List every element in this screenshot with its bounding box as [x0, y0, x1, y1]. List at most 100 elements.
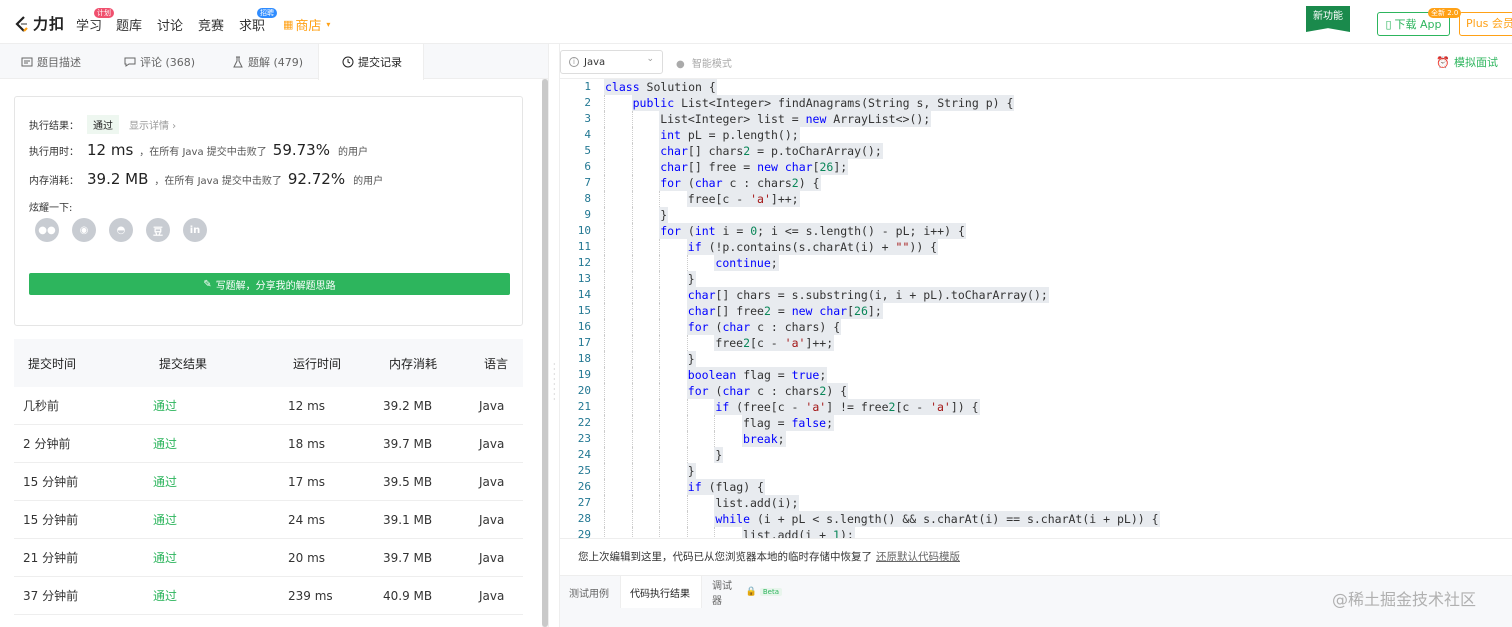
code-line[interactable]: 28 while (i + pL < s.length() && s.charAt…	[560, 511, 1512, 527]
code-line[interactable]: 17 free2[c - 'a']++;	[560, 335, 1512, 351]
code-line[interactable]: 26 if (flag) {	[560, 479, 1512, 495]
code-line[interactable]: 4 int pL = p.length();	[560, 127, 1512, 143]
code-text: list.add(i + 1);	[742, 527, 855, 538]
new-feature-ribbon[interactable]: 新功能	[1306, 6, 1350, 32]
cell-result[interactable]: 通过	[153, 501, 177, 538]
table-row[interactable]: 几秒前 通过 12 ms 39.2 MB Java	[14, 387, 523, 425]
code-text: boolean flag = true;	[686, 367, 828, 383]
code-line[interactable]: 24}	[560, 447, 1512, 463]
code-line[interactable]: 10 for (int i = 0; i <= s.length() - pL; …	[560, 223, 1512, 239]
line-number: 4	[584, 128, 591, 141]
cell-runtime: 24 ms	[288, 512, 326, 527]
share-label: 炫耀一下:	[29, 203, 73, 214]
code-editor[interactable]: 1 class Solution {2 public List<Integer> f…	[560, 79, 1512, 538]
show-detail-link[interactable]: 显示详情 ›	[129, 117, 176, 132]
table-row[interactable]: 2 分钟前 通过 18 ms 39.7 MB Java	[14, 425, 523, 463]
code-line[interactable]: 15 char[] free2 = new char[26];	[560, 303, 1512, 319]
table-row[interactable]: 21 分钟前 通过 20 ms 39.7 MB Java	[14, 539, 523, 577]
code-line[interactable]: 11 if (!p.contains(s.charAt(i) + "")) {	[560, 239, 1512, 255]
tab-debugger[interactable]: 调试器 🔒 Beta	[702, 576, 782, 608]
mock-interview-button[interactable]: ⏰ 模拟面试	[1436, 54, 1498, 70]
shop-icon: ▦	[283, 18, 294, 31]
indent-guide	[604, 399, 605, 415]
nav-item-1[interactable]: 题库	[116, 15, 142, 34]
code-line[interactable]: 9}	[560, 207, 1512, 223]
code-line[interactable]: 6 char[] free = new char[26];	[560, 159, 1512, 175]
table-row[interactable]: 15 分钟前 通过 17 ms 39.5 MB Java	[14, 463, 523, 501]
code-line[interactable]: 27 list.add(i);	[560, 495, 1512, 511]
indent-guide	[659, 255, 661, 271]
share-icons: ●● ◉ ◓ 豆 in	[35, 218, 207, 242]
tab-solutions[interactable]: 题解 (479)	[214, 44, 318, 79]
download-badge: 全新 2.0	[1428, 8, 1462, 18]
code-line[interactable]: 29 list.add(i + 1);	[560, 527, 1512, 538]
indent-guide	[686, 527, 688, 538]
wechat-icon[interactable]: ●●	[35, 218, 59, 242]
cell-runtime: 17 ms	[288, 474, 326, 489]
users-text: 的用户	[337, 147, 368, 158]
smart-mode-toggle[interactable]: ● 智能模式	[676, 55, 732, 70]
code-line[interactable]: 3 List<Integer> list = new ArrayList<>();	[560, 111, 1512, 127]
code-text: char[] free = new char[26];	[659, 159, 849, 175]
weibo-icon[interactable]: ◉	[72, 218, 96, 242]
code-line[interactable]: 25}	[560, 463, 1512, 479]
douban-icon[interactable]: 豆	[146, 218, 170, 242]
cell-result[interactable]: 通过	[153, 387, 177, 424]
indent-guide	[604, 95, 605, 111]
pane-resizer[interactable]: · · · · · · · ·	[548, 44, 560, 627]
code-line[interactable]: 23 break;	[560, 431, 1512, 447]
write-solution-button[interactable]: ✎ 写题解，分享我的解题思路	[29, 273, 510, 295]
line-number: 5	[584, 144, 591, 157]
code-line[interactable]: 1 class Solution {	[560, 79, 1512, 95]
tab-submissions[interactable]: 提交记录	[318, 44, 424, 80]
cell-result[interactable]: 通过	[153, 463, 177, 500]
code-line[interactable]: 8 free[c - 'a']++;	[560, 191, 1512, 207]
status-badge: 通过	[87, 115, 119, 134]
code-line[interactable]: 20 for (char c : chars2) {	[560, 383, 1512, 399]
phone-icon: ▯	[1385, 17, 1392, 31]
logo[interactable]: 力扣	[14, 13, 65, 34]
code-line[interactable]: 7 for (char c : chars2) {	[560, 175, 1512, 191]
chevron-down-icon: ⌄	[646, 54, 654, 64]
cell-result[interactable]: 通过	[153, 425, 177, 462]
code-line[interactable]: 22 flag = false;	[560, 415, 1512, 431]
indent-guide	[604, 383, 605, 399]
tab-run-result[interactable]: 代码执行结果	[620, 576, 702, 608]
indent-guide	[659, 463, 661, 479]
nav-item-4[interactable]: 求职 招聘	[239, 8, 278, 34]
tab-description[interactable]: 题目描述	[0, 44, 110, 79]
indent-guide	[604, 319, 605, 335]
table-row[interactable]: 15 分钟前 通过 24 ms 39.1 MB Java	[14, 501, 523, 539]
plus-member-button[interactable]: Plus 会员	[1459, 12, 1512, 36]
nav-item-2[interactable]: 讨论	[157, 15, 183, 34]
nav-item-3[interactable]: 竞赛	[198, 15, 224, 34]
code-line[interactable]: 18}	[560, 351, 1512, 367]
nav-shop[interactable]: ▦ 商店 ▾	[283, 15, 330, 34]
code-text: char[] chars = s.substring(i, i + pL).to…	[686, 287, 1049, 303]
code-line[interactable]: 21 if (free[c - 'a'] != free2[c - 'a']) {	[560, 399, 1512, 415]
nav-item-0[interactable]: 学习 计划	[76, 8, 115, 34]
code-line[interactable]: 16 for (char c : chars) {	[560, 319, 1512, 335]
code-text: free[c - 'a']++;	[686, 191, 800, 207]
code-line[interactable]: 19 boolean flag = true;	[560, 367, 1512, 383]
linkedin-icon[interactable]: in	[183, 218, 207, 242]
tab-comments[interactable]: 评论 (368)	[110, 44, 214, 79]
code-line[interactable]: 12 continue;	[560, 255, 1512, 271]
cell-memory: 39.5 MB	[383, 474, 433, 489]
indent-guide	[631, 143, 633, 159]
indent-guide	[604, 431, 605, 447]
code-line[interactable]: 2 public List<Integer> findAnagrams(Strin…	[560, 95, 1512, 111]
cell-result[interactable]: 通过	[153, 539, 177, 576]
qq-icon[interactable]: ◓	[109, 218, 133, 242]
restore-notice: 您上次编辑到这里，代码已从您浏览器本地的临时存储中恢复了 还原默认代码模版	[560, 538, 1512, 575]
indent-guide	[604, 191, 605, 207]
language-select[interactable]: i Java ⌄	[560, 50, 663, 74]
restore-template-link[interactable]: 还原默认代码模版	[876, 551, 960, 563]
write-solution-label: 写题解，分享我的解题思路	[215, 280, 336, 292]
code-line[interactable]: 14 char[] chars = s.substring(i, i + pL).…	[560, 287, 1512, 303]
tab-testcase[interactable]: 测试用例	[560, 576, 620, 608]
code-line[interactable]: 5 char[] chars2 = p.toCharArray();	[560, 143, 1512, 159]
code-line[interactable]: 13}	[560, 271, 1512, 287]
cell-result[interactable]: 通过	[153, 577, 177, 614]
table-row[interactable]: 37 分钟前 通过 239 ms 40.9 MB Java	[14, 577, 523, 615]
